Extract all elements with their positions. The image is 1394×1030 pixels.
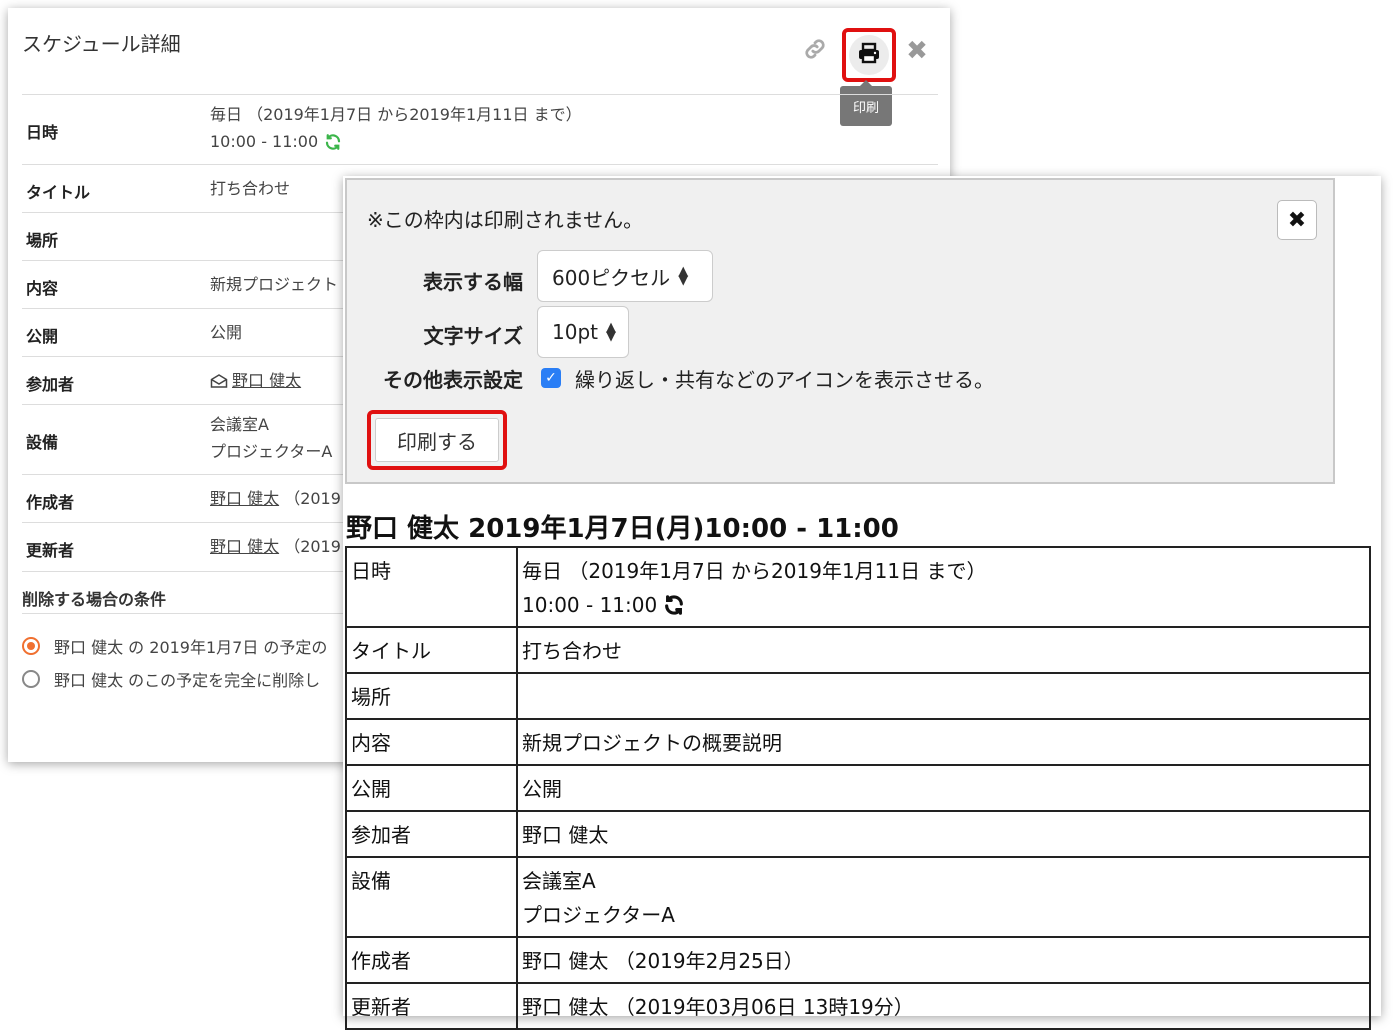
option-label: 野口 健太 のこの予定を完全に削除し [54,671,321,690]
row-value: 毎日 （2019年1月7日 から2019年1月11日 まで） [210,105,582,124]
preview-heading: 野口 健太 2019年1月7日(月)10:00 - 11:00 [346,514,899,544]
font-size-select[interactable]: 10pt ▲ ▼ [537,306,629,358]
row-value: 会議室A [210,415,269,434]
table-cell-value [516,672,1371,720]
print-submit-highlight: 印刷する [367,410,507,470]
link-button[interactable] [798,34,832,68]
table-cell-value: 会議室A プロジェクターA [516,856,1371,938]
table-cell-value: 公開 [516,764,1371,812]
font-size-select-value: 10pt [552,320,598,344]
table-cell-value: 野口 健太 （2019年2月25日） [516,936,1371,984]
row-label: 作成者 [26,493,75,512]
updater-date: （2019 [284,537,341,556]
creator-link[interactable]: 野口 健太 [210,489,279,508]
settings-close-button[interactable]: ✖ [1277,200,1317,240]
row-value: 公開 [210,323,243,342]
table-cell-label: 更新者 [345,982,518,1030]
repeat-icon [324,133,342,151]
time-line: 10:00 - 11:00 [522,593,658,617]
detail-row-datetime: 日時 毎日 （2019年1月7日 から2019年1月11日 まで） 10:00 … [22,94,938,165]
close-button[interactable]: ✖ [902,34,932,68]
updater-link[interactable]: 野口 健太 [210,537,279,556]
printer-icon [857,41,881,69]
width-select[interactable]: 600ピクセル ▲ ▼ [537,250,713,302]
row-label: 更新者 [26,541,75,560]
radio-unselected[interactable] [22,670,40,688]
table-cell-label: 内容 [345,718,518,766]
table-row: 作成者 野口 健太 （2019年2月25日） [345,936,1371,984]
close-icon: ✖ [1287,207,1307,233]
row-label: 公開 [26,327,59,346]
row-value: 打ち合わせ [210,179,291,198]
repeat-icon [663,594,685,616]
datetime-line: 毎日 （2019年1月7日 から2019年1月11日 まで） [522,559,987,583]
table-cell-label: 作成者 [345,936,518,984]
table-row: 参加者 野口 健太 [345,810,1371,858]
font-size-label: 文字サイズ [423,324,523,348]
table-cell-label: 公開 [345,764,518,812]
close-icon: ✖ [906,36,928,66]
row-value-time: 10:00 - 11:00 [210,132,319,151]
creator-date: （2019 [284,489,341,508]
table-cell-label: 日時 [345,546,518,628]
table-cell-label: 場所 [345,672,518,720]
show-icons-checkbox[interactable]: ✓ [541,368,561,388]
select-arrows-icon: ▲ ▼ [678,264,689,288]
participant-link[interactable]: 野口 健太 [232,367,301,394]
table-cell-value: 打ち合わせ [516,626,1371,674]
delete-option-all[interactable]: 野口 健太 のこの予定を完全に削除し [22,667,320,691]
table-row: 場所 [345,672,1371,720]
table-cell-value: 野口 健太 [516,810,1371,858]
settings-note: ※この枠内は印刷されません。 [367,208,644,232]
print-button[interactable] [842,28,896,82]
row-value: 新規プロジェクト [210,275,339,294]
row-label: タイトル [26,183,91,202]
select-arrows-icon: ▲ ▼ [606,320,616,344]
table-cell-value: 毎日 （2019年1月7日 から2019年1月11日 まで） 10:00 - 1… [516,546,1371,628]
radio-selected[interactable] [22,637,40,655]
option-label: 野口 健太 の 2019年1月7日 の予定の [54,638,328,657]
table-row: 設備 会議室A プロジェクターA [345,856,1371,938]
equipment-line: 会議室A [522,869,596,893]
print-window: ※この枠内は印刷されません。 ✖ 表示する幅 600ピクセル ▲ ▼ 文字サイズ … [343,176,1381,1030]
table-row: 日時 毎日 （2019年1月7日 から2019年1月11日 まで） 10:00 … [345,546,1371,628]
envelope-icon [210,373,228,389]
width-label: 表示する幅 [423,270,523,294]
table-row: タイトル 打ち合わせ [345,626,1371,674]
dialog-title: スケジュール詳細 [22,32,181,56]
show-icons-checkbox-label[interactable]: 繰り返し・共有などのアイコンを表示させる。 [575,364,994,393]
row-value: プロジェクターA [210,442,333,461]
equipment-line: プロジェクターA [522,903,675,927]
row-label: 内容 [26,279,59,298]
row-label: 場所 [26,231,59,250]
table-cell-label: 参加者 [345,810,518,858]
row-label: 設備 [26,433,59,452]
table-row: 内容 新規プロジェクトの概要説明 [345,718,1371,766]
other-settings-label: その他表示設定 [383,368,523,392]
width-select-value: 600ピクセル [552,265,671,290]
table-cell-label: 設備 [345,856,518,938]
print-settings-panel: ※この枠内は印刷されません。 ✖ 表示する幅 600ピクセル ▲ ▼ 文字サイズ … [345,178,1335,484]
row-label: 日時 [26,123,59,142]
checkmark-icon: ✓ [545,370,557,386]
link-icon [802,36,828,66]
table-row: 公開 公開 [345,764,1371,812]
print-submit-button[interactable]: 印刷する [375,418,499,462]
table-cell-label: タイトル [345,626,518,674]
row-label: 参加者 [26,375,75,394]
delete-condition-title: 削除する場合の条件 [22,590,167,609]
preview-table: 日時 毎日 （2019年1月7日 から2019年1月11日 まで） 10:00 … [345,546,1371,1030]
table-cell-value: 野口 健太 （2019年03月06日 13時19分） [516,982,1371,1030]
table-row: 更新者 野口 健太 （2019年03月06日 13時19分） [345,982,1371,1030]
delete-option-this-day[interactable]: 野口 健太 の 2019年1月7日 の予定の [22,634,327,658]
table-cell-value: 新規プロジェクトの概要説明 [516,718,1371,766]
